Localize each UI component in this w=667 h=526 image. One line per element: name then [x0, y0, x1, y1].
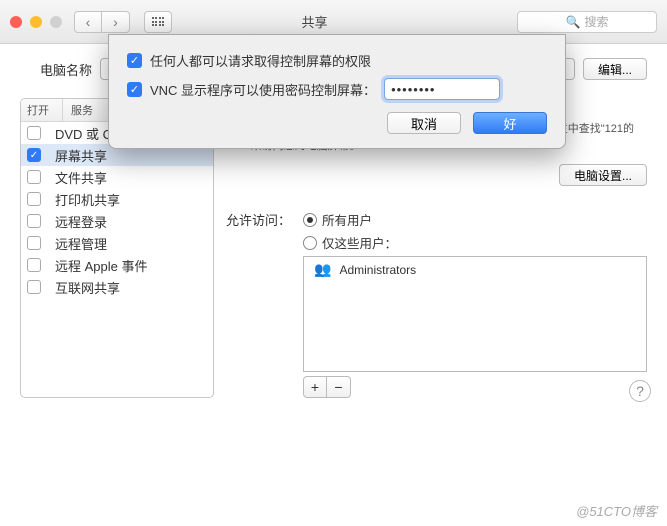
service-label: 远程登录	[55, 212, 107, 231]
access-label: 允许访问：	[226, 210, 291, 398]
service-row[interactable]: 打印机共享	[21, 188, 213, 210]
radio-icon	[303, 213, 317, 227]
radio-option[interactable]: 仅这些用户：	[303, 233, 647, 252]
service-label: 打印机共享	[55, 190, 120, 209]
vnc-password-checkbox[interactable]: ✓	[127, 82, 142, 97]
service-label: 远程 Apple 事件	[55, 256, 147, 275]
add-remove-buttons: + −	[303, 376, 647, 398]
service-checkbox[interactable]	[27, 170, 41, 184]
ok-button[interactable]: 好	[473, 112, 547, 134]
vnc-password-input[interactable]	[384, 78, 500, 100]
allow-request-checkbox[interactable]: ✓	[127, 53, 142, 68]
minimize-icon[interactable]	[30, 16, 42, 28]
service-row[interactable]: 文件共享	[21, 166, 213, 188]
service-label: 远程管理	[55, 234, 107, 253]
service-checkbox[interactable]	[27, 192, 41, 206]
service-checkbox[interactable]	[27, 280, 41, 294]
remove-button[interactable]: −	[327, 376, 351, 398]
back-button[interactable]: ‹	[74, 11, 102, 33]
help-button[interactable]: ?	[629, 380, 651, 402]
user-name: Administrators	[339, 263, 416, 277]
computer-settings-button[interactable]: 电脑设置...	[559, 164, 647, 186]
service-checkbox[interactable]	[27, 126, 41, 140]
vnc-password-label: VNC 显示程序可以使用密码控制屏幕：	[150, 80, 376, 99]
window-controls	[10, 16, 62, 28]
computer-name-label: 电脑名称	[20, 60, 92, 79]
service-row[interactable]: 互联网共享	[21, 276, 213, 298]
radio-label: 仅这些用户：	[322, 233, 397, 252]
users-list[interactable]: 👥 Administrators	[303, 256, 647, 372]
window-title: 共享	[120, 12, 509, 31]
list-item[interactable]: 👥 Administrators	[304, 257, 646, 282]
close-icon[interactable]	[10, 16, 22, 28]
service-checkbox[interactable]	[27, 236, 41, 250]
radio-label: 所有用户	[322, 210, 372, 229]
allow-request-label: 任何人都可以请求取得控制屏幕的权限	[150, 51, 371, 70]
service-checkbox[interactable]: ✓	[27, 148, 41, 162]
access-row: 允许访问： 所有用户仅这些用户： 👥 Administrators + −	[226, 210, 647, 398]
edit-button[interactable]: 编辑...	[583, 58, 647, 80]
service-row[interactable]: 远程登录	[21, 210, 213, 232]
users-icon: 👥	[314, 261, 331, 278]
radio-icon	[303, 236, 317, 250]
header-toggle: 打开	[21, 99, 63, 121]
vnc-settings-dialog: ✓ 任何人都可以请求取得控制屏幕的权限 ✓ VNC 显示程序可以使用密码控制屏幕…	[108, 34, 566, 149]
service-label: 文件共享	[55, 168, 107, 187]
access-radio-group: 所有用户仅这些用户： 👥 Administrators + −	[303, 210, 647, 398]
zoom-icon	[50, 16, 62, 28]
service-row[interactable]: 远程管理	[21, 232, 213, 254]
cancel-button[interactable]: 取消	[387, 112, 461, 134]
service-row[interactable]: 远程 Apple 事件	[21, 254, 213, 276]
search-input[interactable]: 🔍 搜索	[517, 11, 657, 33]
watermark: @51CTO博客	[576, 501, 657, 520]
service-checkbox[interactable]	[27, 258, 41, 272]
service-label: 屏幕共享	[55, 146, 107, 165]
service-label: 互联网共享	[55, 278, 120, 297]
search-icon: 🔍	[566, 15, 581, 29]
service-checkbox[interactable]	[27, 214, 41, 228]
add-button[interactable]: +	[303, 376, 327, 398]
radio-option[interactable]: 所有用户	[303, 210, 647, 229]
